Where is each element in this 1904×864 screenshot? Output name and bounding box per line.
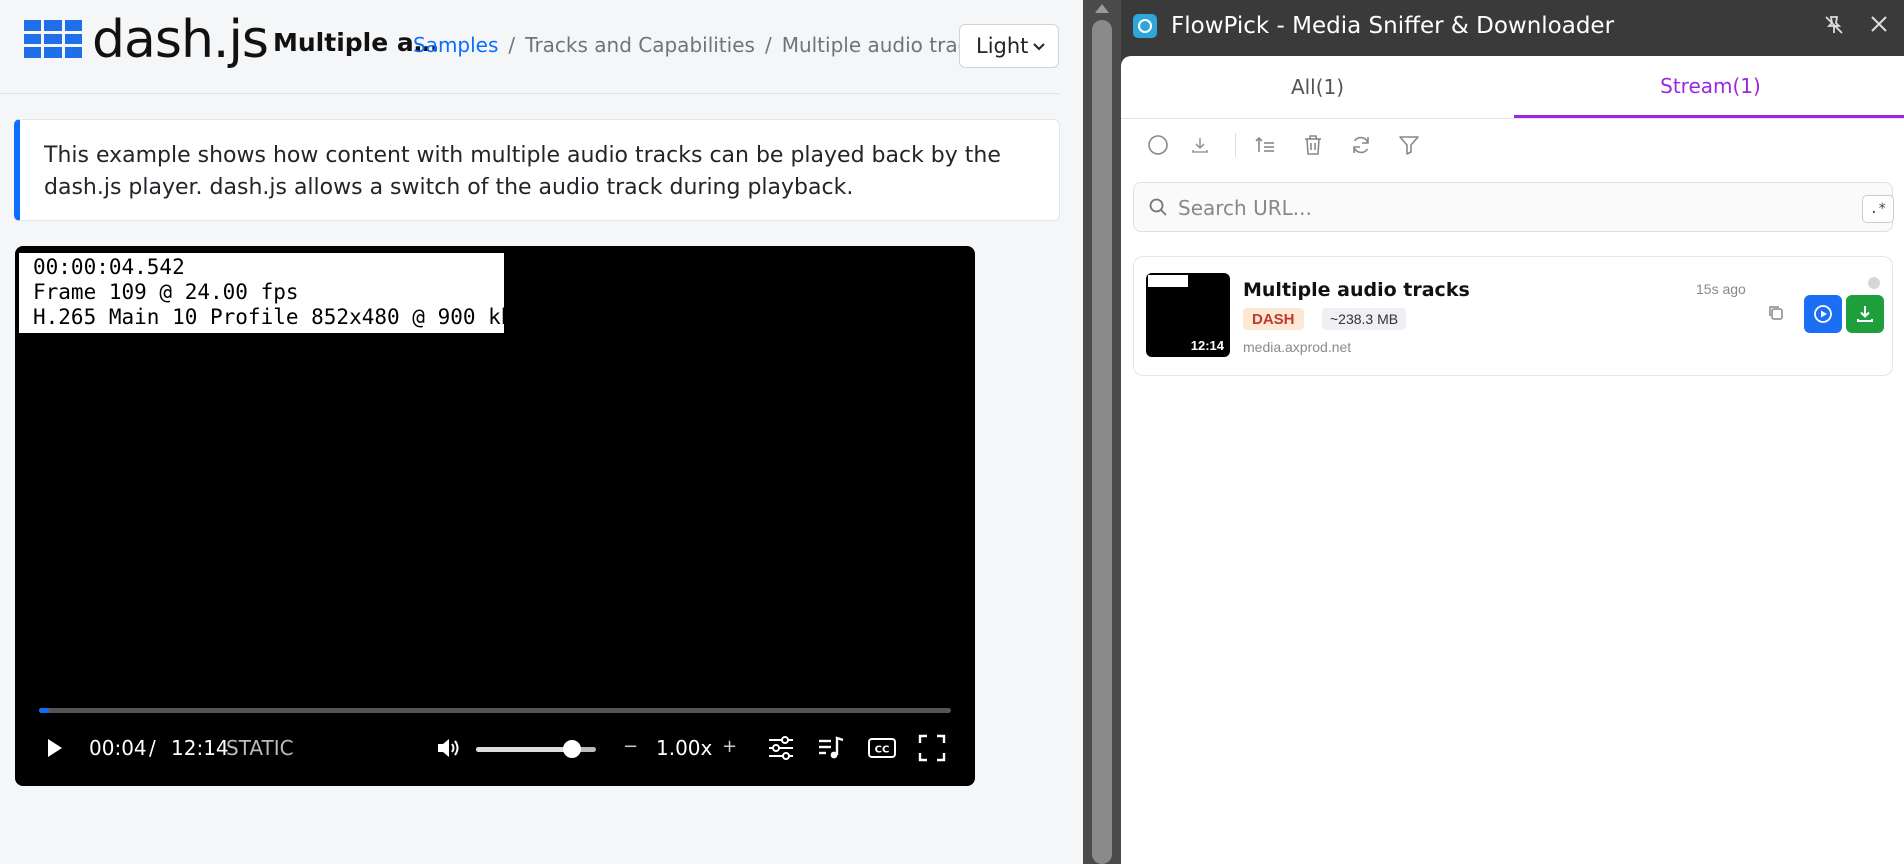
seek-bar[interactable] <box>39 708 951 713</box>
theme-select[interactable]: Light <box>959 24 1059 68</box>
dashjs-logo-icon[interactable] <box>24 20 82 58</box>
video-player[interactable]: 00:00:04.542 Frame 109 @ 24.00 fps H.265 M… <box>15 246 975 786</box>
thumbnail-overlay <box>1148 275 1188 287</box>
download-selected-button[interactable] <box>1187 132 1213 158</box>
fullscreen-icon <box>918 734 946 762</box>
breadcrumb-tracks[interactable]: Tracks and Capabilities <box>525 33 755 57</box>
increase-rate-button[interactable]: + <box>722 736 737 757</box>
overlay-codec: H.265 Main 10 Profile 852x480 @ 900 kbps <box>33 305 539 329</box>
overlay-frame: Frame 109 @ 24.00 fps <box>33 280 299 304</box>
time-separator: / <box>149 736 156 760</box>
sort-icon <box>1255 136 1274 152</box>
breadcrumb-separator: / <box>764 33 772 57</box>
breadcrumb: Samples / Tracks and Capabilities / Multiple… <box>413 33 991 57</box>
description-callout: This example shows how content with mult… <box>14 119 1060 221</box>
play-circle-icon <box>1814 305 1832 323</box>
stream-type: STATIC <box>226 736 294 760</box>
volume-icon <box>438 739 459 757</box>
regex-toggle-button[interactable]: .* <box>1862 195 1894 223</box>
search-icon <box>1149 198 1167 216</box>
chevron-down-icon <box>1033 43 1045 51</box>
trash-icon <box>1305 135 1321 155</box>
extension-titlebar: FlowPick - Media Sniffer & Downloader <box>1133 10 1614 42</box>
circle-icon <box>1148 135 1168 155</box>
fullscreen-button[interactable] <box>918 734 946 762</box>
playback-rate[interactable]: 1.00x <box>656 736 712 760</box>
extension-toolbar <box>1145 130 1422 160</box>
search-input[interactable] <box>1176 191 1820 225</box>
extension-panel: FlowPick - Media Sniffer & Downloader Al… <box>1121 0 1904 864</box>
filter-icon <box>1399 136 1419 155</box>
breadcrumb-samples[interactable]: Samples <box>413 33 498 57</box>
tab-stream[interactable]: Stream(1) <box>1514 56 1904 118</box>
play-icon <box>48 739 62 757</box>
scrollbar-thumb[interactable] <box>1092 20 1112 864</box>
seek-bar-progress <box>39 708 49 713</box>
duration: 12:14 <box>171 736 229 760</box>
play-button[interactable] <box>45 737 65 759</box>
download-button[interactable] <box>1846 295 1884 333</box>
copy-icon <box>1769 306 1783 320</box>
mute-button[interactable] <box>436 736 462 760</box>
refresh-button[interactable] <box>1348 132 1374 158</box>
media-thumbnail: 12:14 <box>1146 273 1230 357</box>
overlay-timecode: 00:00:04.542 <box>33 255 185 279</box>
dashjs-logo-text[interactable]: dash.js <box>92 10 269 70</box>
search-box: .* <box>1133 182 1894 232</box>
volume-slider[interactable] <box>476 740 596 758</box>
page-scrollbar[interactable] <box>1083 0 1121 864</box>
media-title: Multiple audio tracks <box>1243 279 1470 301</box>
theme-select-value: Light <box>976 34 1029 58</box>
settings-button[interactable] <box>767 735 795 761</box>
copy-url-button[interactable] <box>1766 303 1786 328</box>
flowpick-logo-icon <box>1133 14 1157 38</box>
media-age: 15s ago <box>1696 281 1746 297</box>
decrease-rate-button[interactable]: − <box>623 736 638 757</box>
captions-button[interactable]: CC <box>867 736 897 760</box>
music-list-icon <box>819 736 844 759</box>
size-badge: ~238.3 MB <box>1322 308 1407 330</box>
status-dot <box>1868 277 1880 289</box>
current-time: 00:04 <box>89 736 147 760</box>
volume-level <box>476 747 572 752</box>
select-all-button[interactable] <box>1145 132 1171 158</box>
pin-off-icon <box>1825 16 1843 34</box>
format-badge: DASH <box>1243 308 1304 330</box>
preview-play-button[interactable] <box>1804 295 1842 333</box>
volume-slider-handle[interactable] <box>563 740 581 758</box>
download-icon <box>1192 138 1208 153</box>
breadcrumb-separator: / <box>508 33 516 57</box>
download-icon <box>1857 306 1873 322</box>
tab-bar: All(1) Stream(1) <box>1121 56 1904 119</box>
sample-page: dash.js Multiple a… Samples / Tracks and C… <box>0 0 1083 864</box>
extension-body: All(1) Stream(1) .* 12:14 Multiple audio… <box>1121 56 1904 864</box>
clear-button[interactable] <box>1300 132 1326 158</box>
page-header: dash.js Multiple a… Samples / Tracks and C… <box>0 0 1060 94</box>
unpin-button[interactable] <box>1823 14 1845 41</box>
sort-button[interactable] <box>1252 132 1278 158</box>
cc-icon: CC <box>868 738 896 758</box>
media-host: media.axprod.net <box>1243 339 1352 355</box>
media-item[interactable]: 12:14 Multiple audio tracks DASH ~238.3 … <box>1133 256 1893 376</box>
refresh-icon <box>1353 136 1369 154</box>
tab-all[interactable]: All(1) <box>1121 56 1514 118</box>
audio-track-button[interactable] <box>817 735 845 761</box>
logo-suffix: .js <box>212 10 269 70</box>
toolbar-divider <box>1235 133 1236 157</box>
close-icon <box>1871 16 1887 32</box>
logo-word: dash <box>92 10 214 70</box>
close-button[interactable] <box>1869 14 1889 39</box>
filter-button[interactable] <box>1396 132 1422 158</box>
sliders-icon <box>769 736 793 760</box>
scroll-up-arrow-icon[interactable] <box>1095 4 1109 13</box>
thumbnail-duration: 12:14 <box>1190 338 1224 353</box>
video-overlay-info: 00:00:04.542 Frame 109 @ 24.00 fps H.265 M… <box>19 253 539 333</box>
extension-title: FlowPick - Media Sniffer & Downloader <box>1171 13 1615 39</box>
svg-text:CC: CC <box>875 745 890 756</box>
